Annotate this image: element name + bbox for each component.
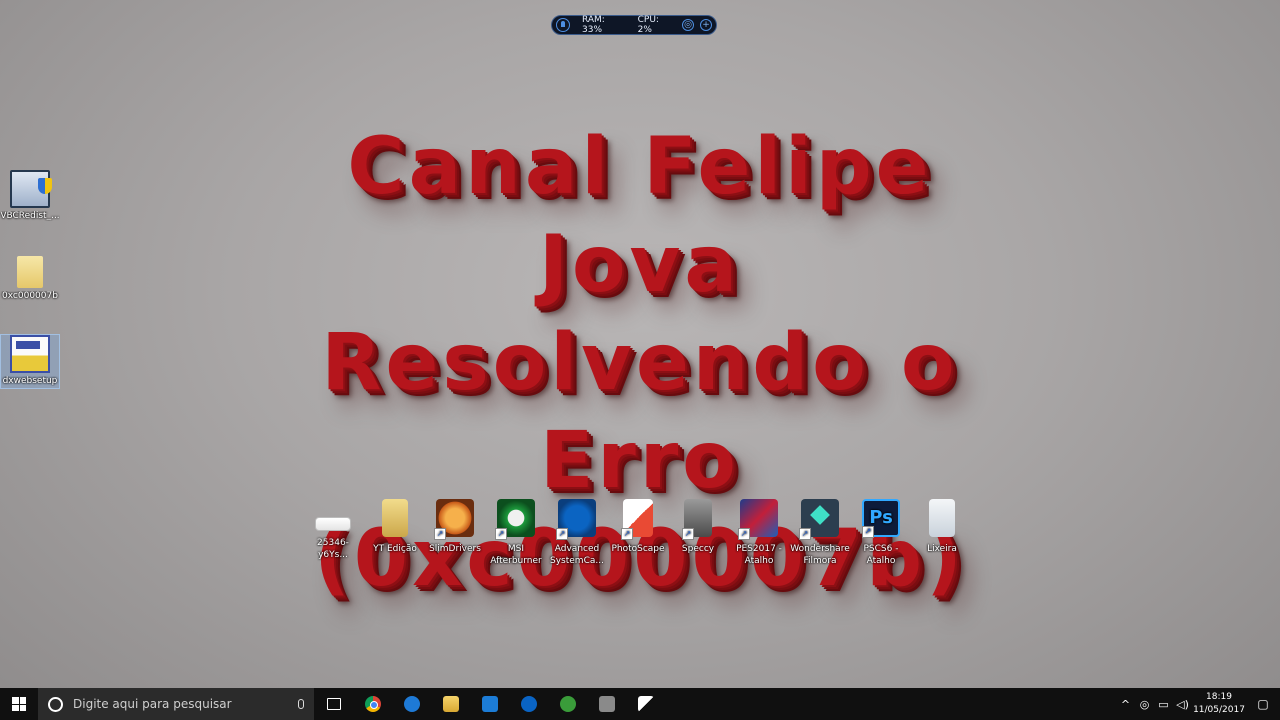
title-line-1: Canal Felipe Jova [347, 122, 933, 310]
desktop-icon-msi-afterburner[interactable]: MSI Afterburner [486, 499, 546, 567]
speccy-icon [682, 499, 712, 540]
edge-icon [403, 696, 420, 712]
msi-afterburner-icon [495, 499, 535, 540]
slimdrivers-icon [434, 499, 474, 540]
advanced-systemcare-icon [556, 499, 596, 540]
search-placeholder: Digite aqui para pesquisar [73, 697, 232, 711]
task-view-button[interactable] [314, 688, 353, 720]
taskbar: Digite aqui para pesquisar ^ ◎ ▭ ◁) 18:1… [0, 688, 1280, 720]
clock-date: 11/05/2017 [1193, 705, 1245, 715]
ram-usage: RAM: 33% [582, 15, 605, 35]
pes2017-icon [738, 499, 778, 540]
taskbar-advanced-systemcare[interactable] [509, 688, 548, 720]
advanced-systemcare-icon [520, 696, 537, 712]
clock-time: 18:19 [1206, 692, 1232, 702]
folder-icon [17, 256, 43, 288]
desktop-icon-slimdrivers[interactable]: SlimDrivers [425, 499, 485, 555]
store-icon [481, 696, 498, 712]
chrome-icon [364, 696, 381, 712]
windows-logo-icon [12, 697, 26, 711]
microphone-icon[interactable] [298, 699, 304, 709]
setup-icon [10, 335, 50, 373]
desktop-icon-0xc000007b-folder[interactable]: 0xc000007b [0, 256, 60, 301]
title-line-2: Resolvendo o Erro [321, 318, 959, 506]
installer-icon [10, 170, 52, 208]
desktop-icon-lixeira[interactable]: Lixeira [912, 499, 972, 555]
desktop-icon-filmora[interactable]: Wondershare Filmora [790, 499, 850, 567]
start-button[interactable] [0, 688, 38, 720]
photoscape-icon [621, 499, 653, 540]
volume-icon[interactable]: ◁) [1173, 688, 1192, 720]
chevron-up-icon[interactable]: ^ [1116, 688, 1135, 720]
folder-icon [382, 499, 408, 537]
photoshop-icon: Ps [862, 499, 900, 538]
desktop-icon-photoscape[interactable]: PhotoScape [608, 499, 668, 555]
desktop-icon-speccy[interactable]: Speccy [668, 499, 728, 555]
desktop-icon-image-file[interactable]: 25346-y6Ys... [303, 499, 363, 561]
desktop-icon-dxwebsetup[interactable]: dxwebsetup [0, 334, 60, 389]
taskbar-monitor-app[interactable] [626, 688, 665, 720]
desktop-icon-photoshop[interactable]: Ps PSCS6 - Atalho [851, 499, 911, 567]
cpu-usage: CPU: 2% [637, 15, 659, 35]
desktop-icon-pes2017[interactable]: PES2017 - Atalho [729, 499, 789, 567]
desktop-icon-vbcredist[interactable]: VBCRedist_... [0, 170, 60, 221]
taskbar-speccy[interactable] [587, 688, 626, 720]
file-explorer-icon [442, 696, 459, 712]
speccy-icon [598, 696, 615, 712]
taskbar-search-box[interactable]: Digite aqui para pesquisar [38, 688, 314, 720]
monitor-add-icon[interactable]: + [700, 19, 712, 31]
taskbar-clock[interactable]: 18:19 11/05/2017 [1192, 691, 1246, 717]
desktop-icon-advanced-systemcare[interactable]: Advanced SystemCa... [547, 499, 607, 567]
monitor-app-icon [637, 696, 654, 712]
xbox-icon [559, 696, 576, 712]
desktop-icon-yt-edicao[interactable]: YT Edição [365, 499, 425, 555]
cortana-icon [48, 696, 63, 712]
notification-center-icon[interactable]: ▢ [1246, 688, 1280, 720]
task-view-icon [326, 698, 341, 710]
system-monitor-widget[interactable]: RAM: 33% CPU: 2% ◎ + [551, 15, 717, 35]
monitor-boost-icon[interactable]: ◎ [682, 19, 694, 31]
monitor-logo-icon [556, 18, 570, 32]
network-icon[interactable]: ▭ [1154, 688, 1173, 720]
taskbar-file-explorer[interactable] [431, 688, 470, 720]
filmora-icon [799, 499, 839, 540]
system-tray: ^ ◎ ▭ ◁) 18:19 11/05/2017 ▢ [1116, 688, 1280, 720]
image-file-icon [315, 517, 351, 531]
taskbar-xbox[interactable] [548, 688, 587, 720]
recycle-bin-icon [929, 499, 955, 537]
taskbar-chrome[interactable] [353, 688, 392, 720]
taskbar-store[interactable] [470, 688, 509, 720]
systemcare-tray-icon[interactable]: ◎ [1135, 688, 1154, 720]
taskbar-edge[interactable] [392, 688, 431, 720]
